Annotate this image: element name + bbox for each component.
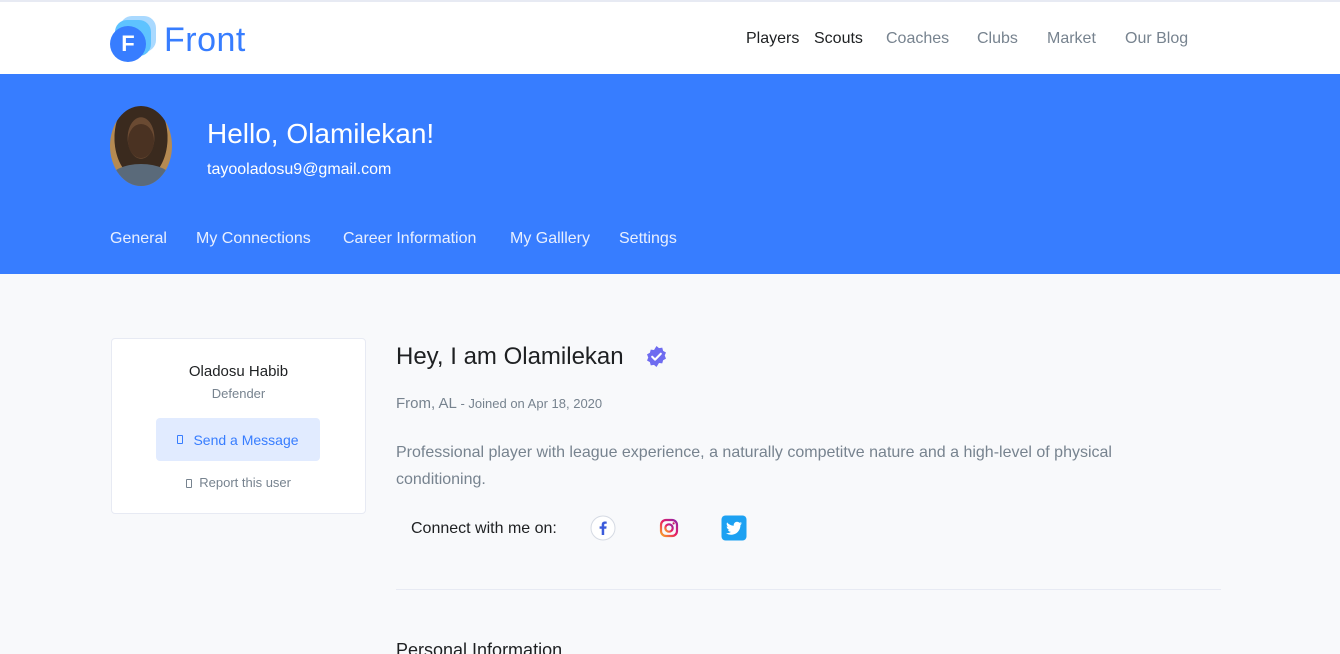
brand-name: Front xyxy=(164,20,246,59)
personal-information-heading: Personal Information xyxy=(396,640,563,654)
connect-label: Connect with me on: xyxy=(411,520,557,537)
location: From, AL xyxy=(396,395,457,412)
message-icon xyxy=(177,435,184,444)
profile-headline: Hey, I am Olamilekan xyxy=(396,343,624,370)
tab-my-gallery[interactable]: My Galllery xyxy=(510,230,590,248)
verified-badge-icon xyxy=(647,345,666,368)
nav-scouts[interactable]: Scouts xyxy=(814,30,863,48)
send-message-label: Send a Message xyxy=(193,431,299,448)
nav-market[interactable]: Market xyxy=(1047,30,1096,48)
logo-icon: F xyxy=(110,16,158,64)
nav-our-blog[interactable]: Our Blog xyxy=(1125,30,1188,48)
report-user-link[interactable]: Report this user xyxy=(112,475,365,490)
user-email: tayooladosu9@gmail.com xyxy=(207,161,392,178)
brand-logo[interactable]: F Front xyxy=(110,16,246,64)
tab-settings[interactable]: Settings xyxy=(619,230,677,248)
nav-clubs[interactable]: Clubs xyxy=(977,30,1018,48)
send-message-button[interactable]: Send a Message xyxy=(156,418,320,461)
instagram-icon[interactable] xyxy=(656,515,682,541)
profile-bio: Professional player with league experien… xyxy=(396,444,1112,488)
facebook-icon[interactable] xyxy=(590,515,616,541)
profile-hero: Hello, Olamilekan! tayooladosu9@gmail.co… xyxy=(0,74,1340,274)
avatar xyxy=(110,106,172,186)
tab-general[interactable]: General xyxy=(110,230,167,248)
twitter-icon[interactable] xyxy=(721,515,747,541)
greeting: Hello, Olamilekan! xyxy=(207,118,435,149)
nav-coaches[interactable]: Coaches xyxy=(886,30,949,48)
joined-date: - Joined on Apr 18, 2020 xyxy=(460,396,603,411)
flag-icon xyxy=(186,479,192,489)
profile-card: Oladosu Habib Defender Send a Message Re… xyxy=(111,338,366,514)
card-user-name: Oladosu Habib xyxy=(188,363,289,380)
tab-career-information[interactable]: Career Information xyxy=(343,230,476,248)
tab-my-connections[interactable]: My Connections xyxy=(196,230,311,248)
top-navbar: F Front Players Scouts Coaches Clubs Mar… xyxy=(0,0,1340,74)
card-user-role: Defender xyxy=(211,386,266,401)
report-user-label: Report this user xyxy=(199,475,291,490)
location-joined: From, AL - Joined on Apr 18, 2020 xyxy=(396,395,602,412)
nav-players[interactable]: Players xyxy=(746,30,799,48)
section-divider xyxy=(396,589,1221,590)
